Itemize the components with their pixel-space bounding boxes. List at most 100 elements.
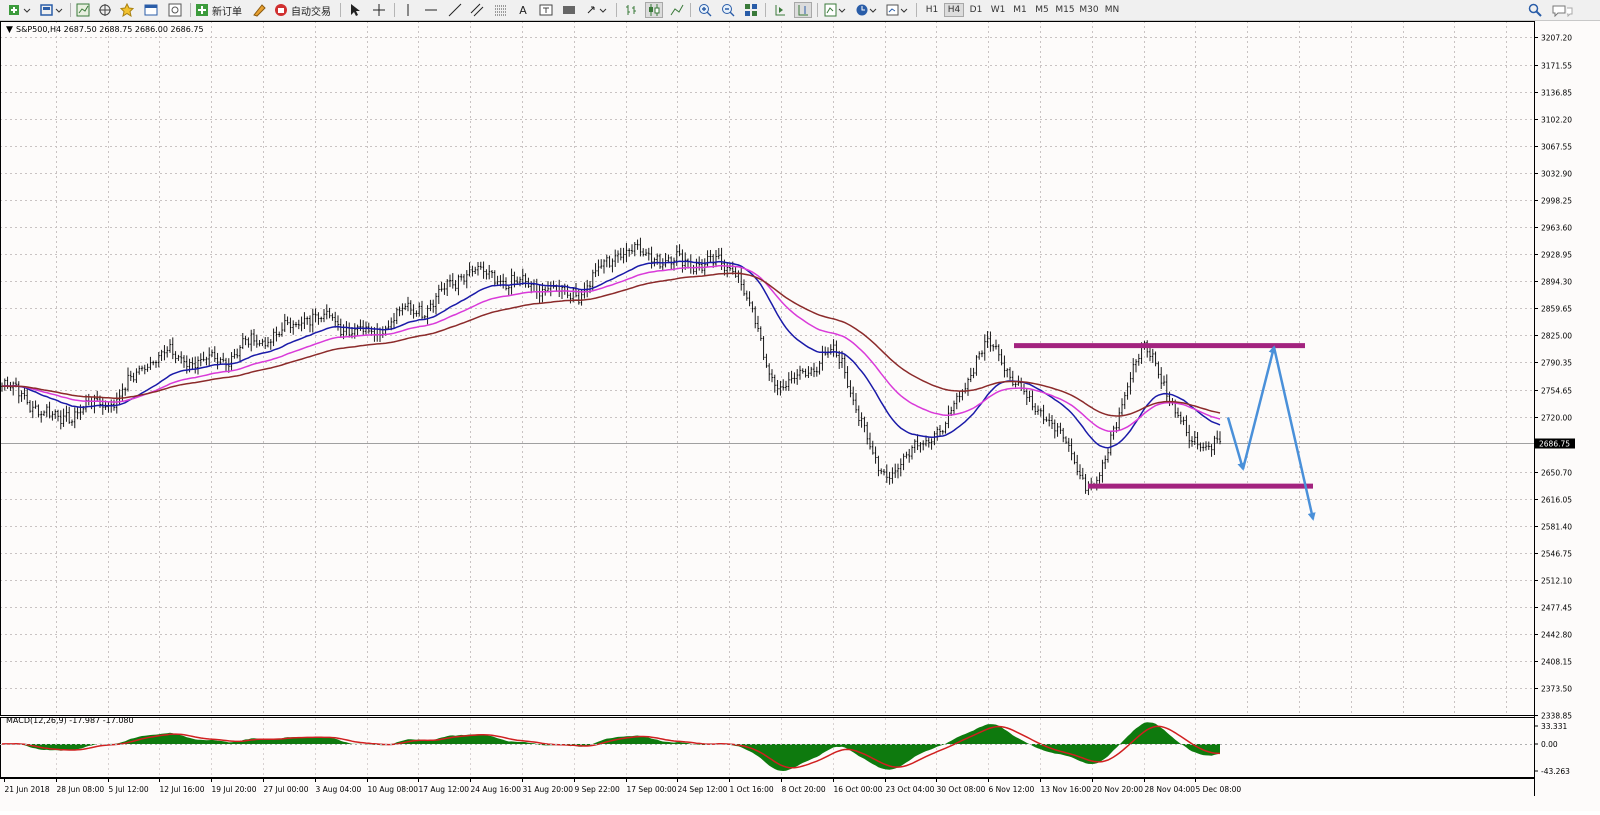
time-axis-label: 8 Oct 20:00 [782,785,826,794]
chart-grid [0,21,1534,777]
time-axis-label: 17 Sep 00:00 [627,785,677,794]
search-icon[interactable] [1527,2,1543,18]
text-tool-button[interactable]: A [514,2,532,18]
crosshair-icon[interactable] [370,2,388,18]
price-axis-label: 2442.80 [1541,631,1572,640]
timeframe-mn-button[interactable]: MN [1102,3,1122,17]
trendline-icon[interactable] [446,2,464,18]
price-axis-label: 2512.10 [1541,577,1572,586]
timeframe-w1-button[interactable]: W1 [988,3,1008,17]
time-axis-label: 3 Aug 04:00 [316,785,362,794]
price-axis-label: 3067.55 [1541,143,1572,152]
navigator-icon[interactable] [96,2,114,18]
bar-chart-icon[interactable] [622,2,640,18]
new-chart-icon[interactable] [6,2,34,18]
chart-window[interactable]: 3207.20 3171.55 3136.85 3102.20 3067.55 3032.… [0,21,1600,811]
price-axis-label: 2477.45 [1541,604,1572,613]
market-watch-icon[interactable] [74,2,92,18]
chat-icon[interactable] [1550,2,1574,18]
strategy-tester-icon[interactable] [166,2,184,18]
new-order-label: 新订单 [212,6,242,18]
time-axis-label: 5 Dec 08:00 [1196,785,1242,794]
moving-averages [1,260,1221,449]
forecast-arrow-final[interactable] [1272,346,1316,521]
time-axis-label: 21 Jun 2018 [5,785,50,794]
price-axis-label: 2408.15 [1541,658,1572,667]
price-axis-label: 2790.35 [1541,359,1572,368]
price-axis-label: 2546.75 [1541,550,1572,559]
arrows-icon[interactable] [584,2,610,18]
price-bars [0,237,1222,496]
price-axis-label: 2998.25 [1541,197,1572,206]
time-axis-label: 9 Sep 22:00 [575,785,621,794]
price-axis-label: 2825.00 [1541,332,1572,341]
timeframe-m5-button[interactable]: M5 [1032,3,1052,17]
price-axis-label: 2928.95 [1541,251,1572,260]
zoom-in-icon[interactable] [696,2,714,18]
timeframe-m30-button[interactable]: M30 [1078,3,1100,17]
fibonacci-icon[interactable] [492,2,510,18]
new-order-button[interactable]: 新订单 [195,2,247,18]
zoom-out-icon[interactable] [719,2,737,18]
macd-indicator [0,722,1534,771]
time-axis-label: 20 Nov 20:00 [1093,785,1144,794]
time-axis-label: 31 Aug 20:00 [523,785,574,794]
auto-scroll-icon[interactable] [771,2,789,18]
price-chart[interactable]: 3207.20 3171.55 3136.85 3102.20 3067.55 3032.… [0,21,1600,811]
price-axis-label: 2616.05 [1541,496,1572,505]
forecast-arrow-up[interactable] [1241,345,1277,470]
price-axis-label: 2581.40 [1541,523,1572,532]
timeframe-m15-button[interactable]: M15 [1054,3,1076,17]
ma-magenta-line [1,264,1221,432]
auto-trading-button[interactable]: 自动交易 [274,2,334,18]
time-axis-label: 24 Aug 16:00 [471,785,522,794]
favorites-icon[interactable] [118,2,136,18]
price-axis-label: 3136.85 [1541,89,1572,98]
macd-header: MACD(12,26,9) -17.987 -17.080 [6,716,134,725]
vertical-line-icon[interactable] [400,2,416,18]
price-axis-label: 2754.65 [1541,387,1572,396]
profiles-icon[interactable] [38,2,66,18]
macd-axis-label: 33.331 [1541,722,1567,731]
time-axis-label: 16 Oct 00:00 [834,785,883,794]
terminal-icon[interactable] [142,2,160,18]
time-axis-label: 24 Sep 12:00 [678,785,728,794]
channel-icon[interactable] [468,2,486,18]
new-order-icon [196,4,208,16]
timeframe-h4-button[interactable]: H4 [944,3,964,17]
macd-axis-label: -43.263 [1541,767,1570,776]
metaeditor-icon[interactable] [250,2,268,18]
time-axis-label: 30 Oct 08:00 [937,785,986,794]
price-axis-label: 3207.20 [1541,34,1572,43]
time-axis-label: 17 Aug 12:00 [419,785,470,794]
price-axis-label: 3102.20 [1541,116,1572,125]
forecast-arrows[interactable] [1226,345,1316,521]
time-axis-label: 1 Oct 16:00 [730,785,774,794]
tile-windows-icon[interactable] [742,2,760,18]
price-axis-label: 2894.30 [1541,278,1572,287]
time-axis-label: 13 Nov 16:00 [1041,785,1092,794]
horizontal-line-icon[interactable] [422,2,440,18]
time-axis-label: 6 Nov 12:00 [989,785,1035,794]
price-axis-label: 2720.00 [1541,414,1572,423]
shapes-icon[interactable] [560,2,578,18]
symbol-triangle-icon[interactable]: ▼ [6,25,13,35]
templates-icon[interactable] [884,2,910,18]
symbol-header: S&P500,H4 2687.50 2688.75 2686.00 2686.7… [16,25,204,34]
timeframe-m1-button[interactable]: M1 [1010,3,1030,17]
cursor-icon[interactable] [346,2,364,18]
chart-axes: 3207.20 3171.55 3136.85 3102.20 3067.55 3032.… [4,34,1575,794]
candlestick-chart-icon[interactable] [645,2,663,18]
indicators-icon[interactable] [822,2,848,18]
time-axis-label: 28 Jun 08:00 [57,785,105,794]
periods-icon[interactable] [853,2,879,18]
current-price-label: 2686.75 [1539,440,1570,449]
time-axis-label: 27 Jul 00:00 [264,785,309,794]
timeframe-h1-button[interactable]: H1 [922,3,942,17]
text-label-icon[interactable] [537,2,555,18]
line-chart-icon[interactable] [668,2,686,18]
timeframe-d1-button[interactable]: D1 [966,3,986,17]
ma-blue-line [1,260,1221,449]
chart-shift-icon[interactable] [794,2,812,18]
chart-frame [0,21,1535,796]
